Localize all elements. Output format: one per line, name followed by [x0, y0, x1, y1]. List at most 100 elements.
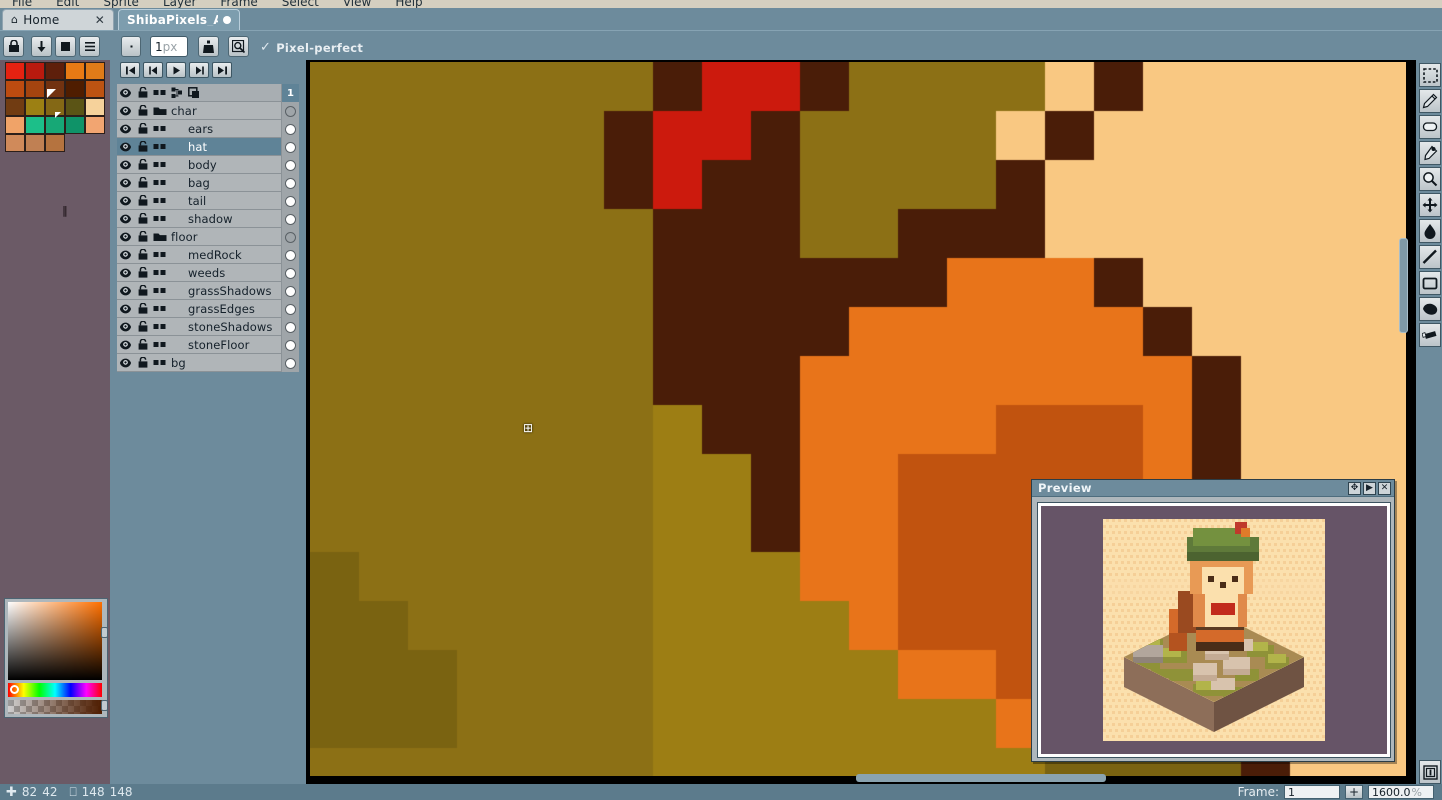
visibility-icon[interactable]	[117, 124, 134, 134]
eyedropper-tool[interactable]	[1419, 141, 1441, 165]
visibility-icon[interactable]	[117, 160, 134, 170]
alpha-slider[interactable]	[8, 700, 102, 714]
visibility-icon[interactable]	[117, 250, 134, 260]
layer-cel[interactable]	[281, 354, 299, 372]
layer-cel[interactable]	[281, 318, 299, 336]
ink-bottle-icon-button[interactable]	[198, 36, 219, 57]
eraser-tool[interactable]	[1419, 115, 1441, 139]
layer-row-floor[interactable]: floor	[117, 228, 299, 246]
new-layer-icon[interactable]	[168, 87, 185, 99]
layer-cel[interactable]	[281, 102, 299, 120]
layer-row-char[interactable]: char	[117, 102, 299, 120]
first-frame-button[interactable]	[120, 62, 140, 78]
palette-swatch[interactable]	[5, 98, 25, 116]
continuous-icon[interactable]	[151, 287, 168, 294]
preview-canvas-container[interactable]	[1041, 506, 1387, 754]
spray-tool[interactable]	[1419, 323, 1441, 347]
duplicate-layer-icon[interactable]	[185, 86, 202, 99]
visibility-icon[interactable]	[117, 358, 134, 368]
previous-frame-button[interactable]	[143, 62, 163, 78]
pixel-zoom-icon-button[interactable]	[228, 36, 249, 57]
layer-row-stonefloor[interactable]: stoneFloor	[117, 336, 299, 354]
saturation-value-square[interactable]	[8, 602, 102, 680]
move-tool[interactable]	[1419, 193, 1441, 217]
layer-cel[interactable]	[281, 246, 299, 264]
continuous-icon[interactable]	[151, 215, 168, 222]
lock-icon[interactable]	[134, 213, 151, 224]
visibility-icon[interactable]	[117, 214, 134, 224]
lock-icon[interactable]	[134, 267, 151, 278]
continuous-icon[interactable]	[151, 125, 168, 132]
scrollbar-thumb[interactable]	[1399, 238, 1408, 333]
visibility-icon[interactable]	[117, 232, 134, 242]
lock-icon[interactable]	[134, 249, 151, 260]
palette-swatch[interactable]	[25, 80, 45, 98]
layer-cel[interactable]	[281, 300, 299, 318]
continuous-icon[interactable]	[151, 197, 168, 204]
lock-icon[interactable]	[134, 321, 151, 332]
palette-swatch[interactable]	[85, 116, 105, 134]
blur-tool[interactable]	[1419, 219, 1441, 243]
continuous-icon[interactable]	[151, 359, 168, 366]
last-frame-button[interactable]	[212, 62, 232, 78]
close-icon[interactable]: ✕	[1378, 481, 1391, 495]
square-icon-button[interactable]	[55, 36, 76, 57]
layer-row-bg[interactable]: bg	[117, 354, 299, 372]
scrollbar-thumb[interactable]	[856, 774, 1106, 782]
visibility-icon[interactable]	[117, 304, 134, 314]
picker-mode-button-1[interactable]	[101, 627, 108, 638]
palette-swatch[interactable]	[5, 134, 25, 152]
palette-swatch[interactable]	[25, 134, 45, 152]
canvas-vertical-scrollbar[interactable]	[1399, 60, 1408, 774]
menu-icon-button[interactable]	[79, 36, 100, 57]
palette-swatch[interactable]	[85, 98, 105, 116]
marquee-select-tool[interactable]	[1419, 63, 1441, 87]
rectangle-tool[interactable]	[1419, 271, 1441, 295]
pixel-perfect-toggle[interactable]: ✓ Pixel-perfect	[260, 40, 363, 55]
visibility-icon[interactable]	[117, 340, 134, 350]
layer-list[interactable]: 1 char ears hat body bag tail shadow floor medRoc…	[117, 84, 299, 372]
layer-cel[interactable]	[281, 138, 299, 156]
palette-swatch[interactable]	[45, 116, 65, 134]
palette-swatch[interactable]	[25, 62, 45, 80]
lock-icon[interactable]	[134, 231, 151, 242]
play-icon[interactable]: ▶	[1363, 481, 1376, 495]
visibility-icon[interactable]	[117, 322, 134, 332]
layer-row-tail[interactable]: tail	[117, 192, 299, 210]
layer-cel[interactable]	[281, 156, 299, 174]
palette-swatch[interactable]	[65, 62, 85, 80]
color-picker[interactable]	[4, 598, 108, 718]
folder-icon[interactable]	[151, 106, 168, 116]
layer-row-grassedges[interactable]: grassEdges	[117, 300, 299, 318]
canvas-horizontal-scrollbar[interactable]	[306, 774, 1402, 782]
lock-icon[interactable]	[134, 141, 151, 152]
color-palette[interactable]	[5, 62, 105, 152]
tab-home[interactable]: ⌂ Home ✕	[2, 9, 114, 30]
palette-swatch[interactable]	[45, 134, 65, 152]
hue-slider[interactable]	[8, 683, 102, 697]
visibility-icon[interactable]	[117, 196, 134, 206]
layer-cel[interactable]	[281, 264, 299, 282]
continuous-all-icon[interactable]	[151, 89, 168, 96]
layer-row-bag[interactable]: bag	[117, 174, 299, 192]
brush-size-input[interactable]: 1 px	[150, 36, 188, 57]
layer-cel[interactable]	[281, 174, 299, 192]
picker-mode-button-2[interactable]	[101, 700, 108, 711]
continuous-icon[interactable]	[151, 161, 168, 168]
visibility-icon[interactable]	[117, 106, 134, 116]
palette-swatch[interactable]	[5, 62, 25, 80]
line-tool[interactable]	[1419, 245, 1441, 269]
lock-icon[interactable]	[134, 177, 151, 188]
continuous-icon[interactable]	[151, 341, 168, 348]
continuous-icon[interactable]	[151, 251, 168, 258]
palette-swatch[interactable]	[65, 98, 85, 116]
layer-cel[interactable]	[281, 120, 299, 138]
continuous-icon[interactable]	[151, 179, 168, 186]
preview-titlebar[interactable]: Preview ✥ ▶ ✕	[1032, 480, 1394, 497]
frame-input[interactable]: 1	[1284, 785, 1340, 799]
layer-row-medrock[interactable]: medRock	[117, 246, 299, 264]
lock-icon[interactable]	[134, 123, 151, 134]
palette-swatch[interactable]	[65, 116, 85, 134]
palette-swatch[interactable]	[25, 116, 45, 134]
layer-row-shadow[interactable]: shadow	[117, 210, 299, 228]
